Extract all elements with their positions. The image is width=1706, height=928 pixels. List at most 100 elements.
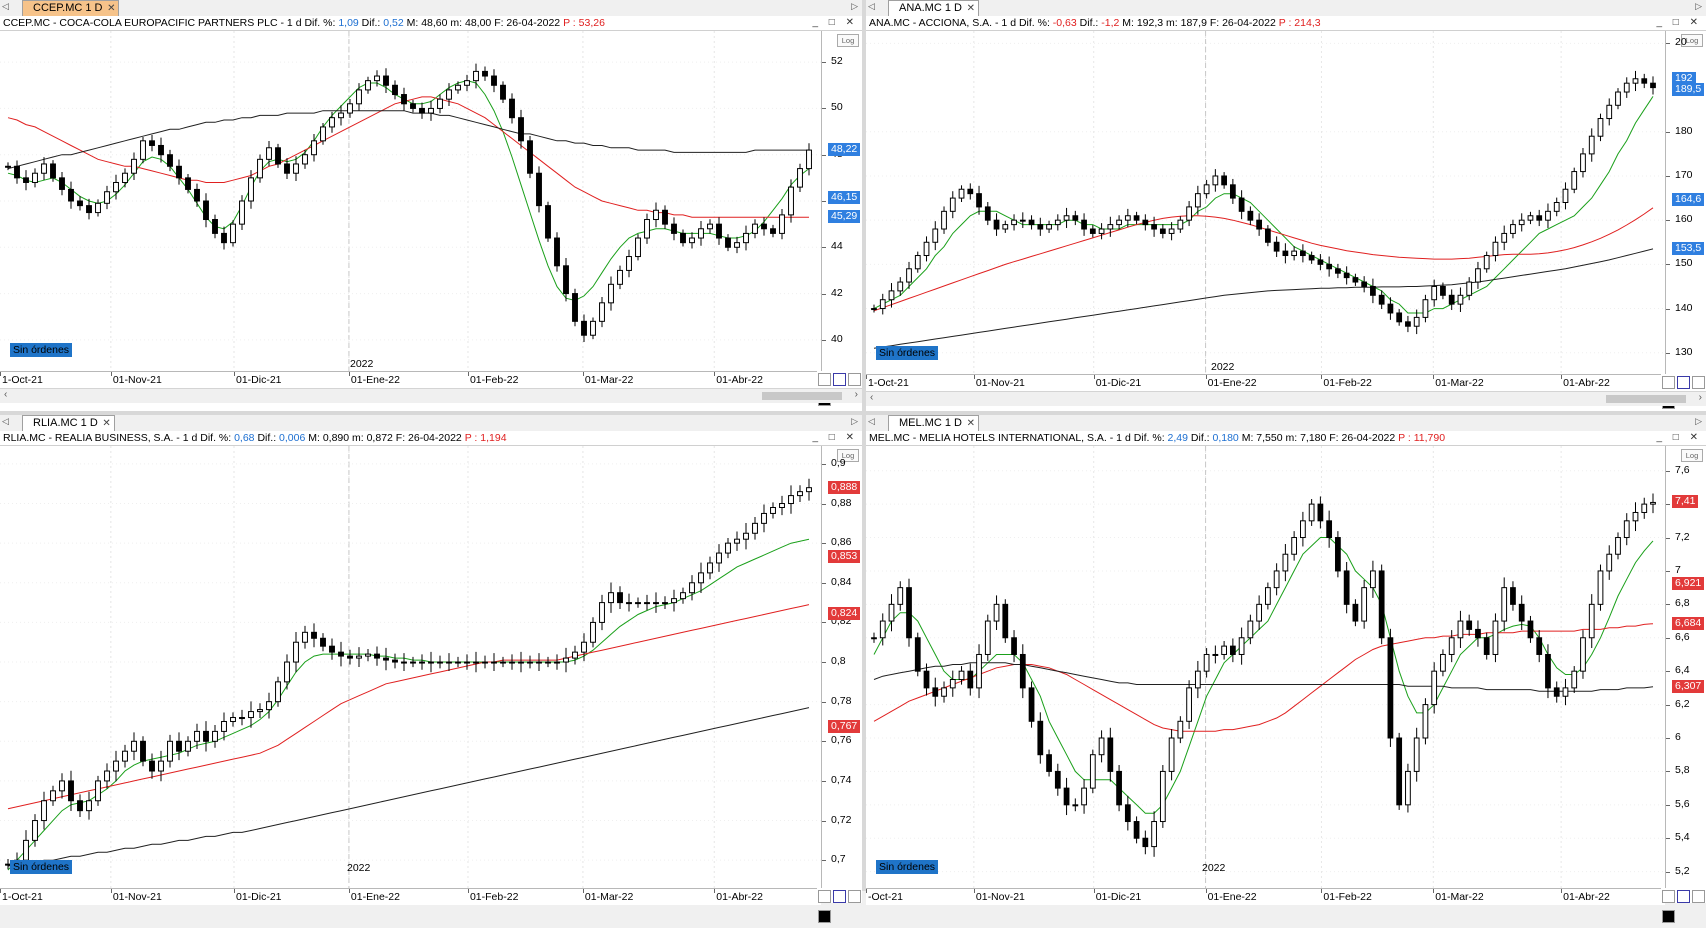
candle — [976, 185, 982, 215]
candle-body — [1553, 687, 1560, 697]
window-icon[interactable] — [848, 890, 861, 903]
candle-body — [59, 780, 65, 792]
candle-body — [797, 491, 803, 497]
tab-scroll-right-icon[interactable]: ▷ — [851, 416, 858, 427]
candle — [1632, 70, 1639, 92]
x-axis[interactable]: 1-Oct-21 01-Nov-21 01-Dic-21 01-Ene-22 01-Fe… — [866, 374, 1665, 391]
chart-type-icon[interactable] — [818, 890, 831, 903]
tab-scroll-left-icon[interactable]: ◁ — [2, 416, 9, 427]
candle-body — [906, 268, 912, 283]
tab-mel[interactable]: MEL.MC 1 D ✕ — [888, 415, 979, 431]
tab-scroll-left-icon[interactable]: ◁ — [868, 1, 875, 12]
fill-icon[interactable] — [1662, 910, 1675, 923]
scroll-left-icon[interactable]: ‹ — [870, 392, 873, 403]
candle — [302, 625, 308, 649]
candle — [958, 185, 965, 203]
window-icon[interactable] — [1692, 376, 1705, 389]
x-tick-label: 01-Feb-22 — [1323, 891, 1372, 903]
log-scale-toggle[interactable]: Log — [837, 34, 859, 47]
max-value: M: 7,550 — [1241, 432, 1283, 444]
candle — [1440, 649, 1446, 677]
scroll-right-icon[interactable]: › — [855, 389, 858, 400]
y-axis[interactable]: Log5250484644424048,2246,1545,29 — [821, 31, 862, 371]
p-value: 1,194 — [480, 432, 507, 444]
candle-body — [131, 740, 137, 752]
tab-bar: ◁ RLIA.MC 1 D ✕ ▷ — [0, 415, 862, 432]
candle — [428, 100, 434, 121]
window-icon[interactable] — [1692, 890, 1705, 903]
save-icon[interactable] — [1677, 890, 1690, 903]
candle — [871, 632, 877, 643]
fill-icon[interactable] — [818, 910, 831, 923]
date-value: F: 26-04-2022 — [494, 17, 561, 29]
close-icon[interactable]: ✕ — [107, 1, 115, 16]
y-axis[interactable]: Log 20 180 170 160 150 140 130 192 189,5 164,6 153,… — [1665, 31, 1706, 374]
chart-type-icon[interactable] — [818, 373, 831, 386]
candle — [761, 504, 767, 533]
candle-body — [77, 800, 83, 812]
tab-ana[interactable]: ANA.MC 1 D ✕ — [888, 0, 979, 16]
candle — [725, 538, 731, 559]
candle-body — [347, 655, 353, 659]
save-icon[interactable] — [833, 890, 846, 903]
price-chart-mel[interactable] — [866, 446, 1665, 888]
tab-rlia[interactable]: RLIA.MC 1 D ✕ — [22, 415, 115, 431]
chart-type-icon[interactable] — [1662, 890, 1675, 903]
save-icon[interactable] — [833, 373, 846, 386]
candle-body — [761, 223, 767, 230]
x-axis[interactable]: 1-Oct-21 01-Nov-21 01-Dic-21 01-Ene-22 01-Fe… — [0, 371, 821, 388]
y-axis[interactable]: Log 0,9 0,88 0,86 0,84 0,82 0,8 0,78 0,76 0,74 0,7… — [821, 446, 862, 888]
candle — [1405, 763, 1411, 813]
candle — [122, 744, 128, 768]
window-buttons[interactable]: _ □ ✕ — [812, 16, 858, 30]
price-chart-rlia[interactable] — [0, 446, 821, 888]
tab-ccep[interactable]: CCEP.MC 1 D ✕ — [22, 0, 120, 16]
window-buttons[interactable]: _ □ ✕ — [1656, 16, 1702, 30]
tab-scroll-left-icon[interactable]: ◁ — [2, 1, 9, 12]
log-scale-toggle[interactable]: Log — [1681, 449, 1703, 462]
tab-bar: ◁ MEL.MC 1 D ✕ ▷ — [866, 415, 1706, 432]
x-tick — [1321, 889, 1323, 893]
tab-scroll-right-icon[interactable]: ▷ — [1695, 416, 1702, 427]
candle-body — [914, 637, 921, 672]
candle-body — [1072, 804, 1079, 807]
candle-body — [1203, 653, 1210, 672]
scrollbar-thumb[interactable] — [1606, 395, 1686, 403]
close-icon[interactable]: ✕ — [967, 416, 975, 431]
price-chart-ccep[interactable] — [0, 31, 821, 371]
candle-body — [131, 158, 137, 174]
candle-body — [871, 637, 877, 640]
price-chart-ana[interactable] — [866, 31, 1665, 374]
scroll-left-icon[interactable]: ‹ — [4, 389, 7, 400]
candle — [491, 69, 497, 93]
candle — [257, 154, 263, 183]
tab-scroll-right-icon[interactable]: ▷ — [851, 1, 858, 12]
window-buttons[interactable]: _ □ ✕ — [1656, 431, 1702, 445]
tab-scroll-right-icon[interactable]: ▷ — [1695, 1, 1702, 12]
scroll-right-icon[interactable]: › — [1699, 392, 1702, 403]
chart-type-icon[interactable] — [1662, 376, 1675, 389]
x-tick-label: 01-Nov-21 — [975, 891, 1025, 903]
y-axis[interactable]: Log7,67,47,276,86,66,46,265,85,65,45,27,… — [1665, 446, 1706, 888]
horizontal-scrollbar[interactable]: ‹ › — [866, 391, 1706, 406]
close-icon[interactable]: ✕ — [967, 1, 975, 16]
scrollbar-thumb[interactable] — [762, 392, 842, 400]
close-icon[interactable]: ✕ — [102, 416, 110, 431]
year-label: 2022 — [1211, 361, 1235, 373]
window-buttons[interactable]: _ □ ✕ — [812, 431, 858, 445]
y-tick — [1666, 537, 1670, 539]
candle-body — [446, 89, 452, 100]
candle — [104, 763, 110, 789]
save-icon[interactable] — [1677, 376, 1690, 389]
candle-body — [1308, 503, 1315, 522]
candle-body — [347, 103, 353, 114]
horizontal-scrollbar[interactable]: ‹ › — [0, 388, 862, 403]
y-tick — [1666, 738, 1670, 739]
window-icon[interactable] — [848, 373, 861, 386]
candle — [1553, 681, 1560, 703]
candle — [131, 732, 137, 761]
tab-scroll-left-icon[interactable]: ◁ — [868, 416, 875, 427]
candle-body — [1089, 754, 1096, 789]
candle-body — [1028, 687, 1035, 722]
candle-body — [320, 126, 326, 142]
